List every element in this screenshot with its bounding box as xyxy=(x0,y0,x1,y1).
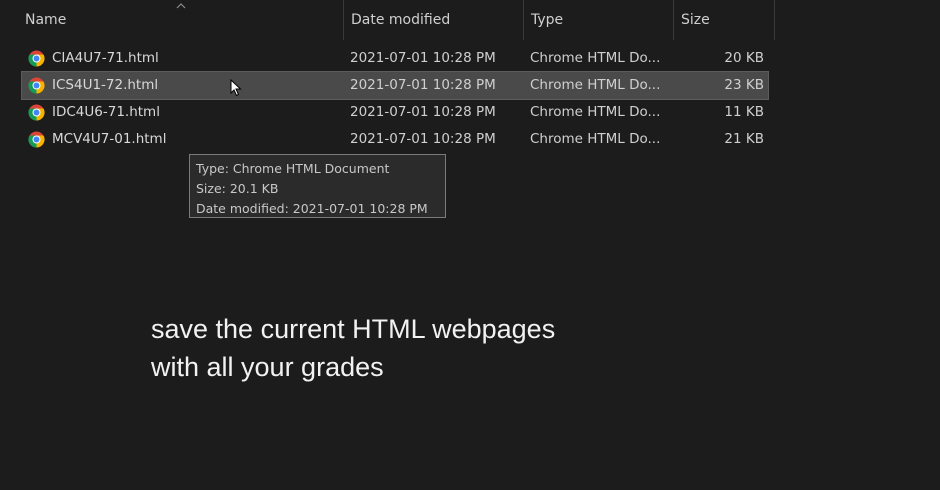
file-type: Chrome HTML Do... xyxy=(530,77,661,93)
file-date-modified: 2021-07-01 10:28 PM xyxy=(350,50,496,66)
chrome-icon xyxy=(28,104,45,121)
chrome-icon xyxy=(28,77,45,94)
chevron-up-icon xyxy=(176,2,186,10)
tooltip-date-modified: Date modified: 2021-07-01 10:28 PM xyxy=(196,201,428,216)
file-row-selected[interactable]: ICS4U1-72.html 2021-07-01 10:28 PM Chrom… xyxy=(21,71,769,100)
file-explorer-view: Name Date modified Type Size CIA4U7-71.h… xyxy=(0,0,940,490)
file-size: 11 KB xyxy=(724,104,764,120)
file-type: Chrome HTML Do... xyxy=(530,50,661,66)
file-row[interactable]: CIA4U7-71.html 2021-07-01 10:28 PM Chrom… xyxy=(22,45,768,72)
column-header-size[interactable]: Size xyxy=(681,0,710,40)
chrome-icon xyxy=(28,50,45,67)
video-caption: save the current HTML webpages with all … xyxy=(151,310,555,386)
mouse-cursor-icon xyxy=(230,78,242,97)
file-name: ICS4U1-72.html xyxy=(52,77,159,93)
file-date-modified: 2021-07-01 10:28 PM xyxy=(350,77,496,93)
file-date-modified: 2021-07-01 10:28 PM xyxy=(350,104,496,120)
caption-line-1: save the current HTML webpages xyxy=(151,314,556,344)
column-header-name[interactable]: Name xyxy=(25,0,66,40)
file-name: CIA4U7-71.html xyxy=(52,50,159,66)
tooltip-size: Size: 20.1 KB xyxy=(196,181,279,196)
column-divider[interactable] xyxy=(774,0,775,40)
file-type: Chrome HTML Do... xyxy=(530,104,661,120)
column-divider[interactable] xyxy=(673,0,674,40)
tooltip-type: Type: Chrome HTML Document xyxy=(196,161,390,176)
column-header-type[interactable]: Type xyxy=(531,0,563,40)
chrome-icon xyxy=(28,131,45,148)
file-name: MCV4U7-01.html xyxy=(52,131,167,147)
column-divider[interactable] xyxy=(523,0,524,40)
file-size: 20 KB xyxy=(724,50,764,66)
file-size: 21 KB xyxy=(724,131,764,147)
file-size: 23 KB xyxy=(724,77,764,93)
column-header-bar: Name Date modified Type Size xyxy=(0,0,776,40)
file-name: IDC4U6-71.html xyxy=(52,104,160,120)
file-type: Chrome HTML Do... xyxy=(530,131,661,147)
file-date-modified: 2021-07-01 10:28 PM xyxy=(350,131,496,147)
column-divider[interactable] xyxy=(343,0,344,40)
caption-line-2: with all your grades xyxy=(151,352,384,382)
file-row[interactable]: MCV4U7-01.html 2021-07-01 10:28 PM Chrom… xyxy=(22,126,768,153)
file-row[interactable]: IDC4U6-71.html 2021-07-01 10:28 PM Chrom… xyxy=(22,99,768,126)
column-header-date-modified[interactable]: Date modified xyxy=(351,0,450,40)
file-info-tooltip: Type: Chrome HTML Document Size: 20.1 KB… xyxy=(189,154,446,218)
